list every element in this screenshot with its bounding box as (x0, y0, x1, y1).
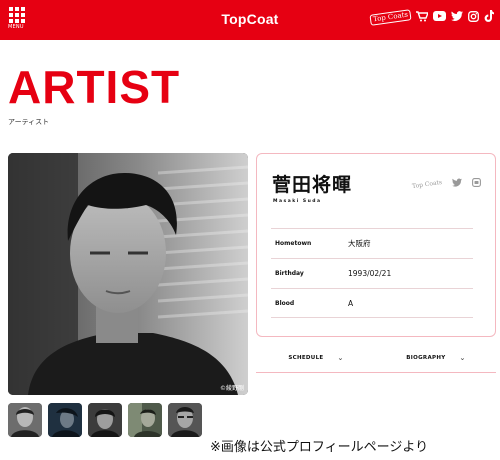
chevron-down-icon: ⌄ (337, 353, 344, 362)
profile-card: 菅田将暉 Masaki Suda Top Coats Hometown 大阪府 … (256, 153, 496, 337)
thumbnail[interactable] (168, 403, 202, 437)
profile-value: A (348, 298, 354, 308)
top-header: MENU TopCoat Top Coats (0, 0, 500, 40)
profile-table: Hometown 大阪府 Birthday 1993/02/21 Blood A (271, 228, 473, 318)
twitter-icon[interactable] (451, 11, 463, 23)
image-source-caption: ※画像は公式プロフィールページより (210, 440, 429, 455)
instagram-icon[interactable] (468, 10, 479, 24)
photo-thumbnails (8, 403, 202, 437)
profile-row-birthday: Birthday 1993/02/21 (271, 258, 473, 288)
profile-key: Hometown (275, 240, 312, 247)
page-subtitle: アーティスト (8, 118, 50, 126)
profile-value: 大阪府 (348, 239, 371, 248)
thumbnail[interactable] (8, 403, 42, 437)
profile-row-blood: Blood A (271, 288, 473, 318)
artist-name-jp: 菅田将暉 (272, 174, 353, 196)
profile-key: Birthday (275, 270, 304, 277)
thumbnail[interactable] (88, 403, 122, 437)
profile-value: 1993/02/21 (348, 269, 392, 278)
page-title: ARTIST (8, 61, 181, 113)
profile-row-hometown: Hometown 大阪府 (271, 228, 473, 258)
tab-label: BIOGRAPHY (406, 354, 446, 361)
photo-credit: ©綾野剛 (219, 385, 244, 392)
fanclub-icon[interactable]: Top Coats (369, 8, 412, 26)
tab-schedule[interactable]: SCHEDULE ⌄ (256, 343, 376, 372)
cart-icon[interactable] (416, 10, 430, 24)
youtube-icon[interactable] (433, 11, 446, 23)
profile-tabs: SCHEDULE ⌄ BIOGRAPHY ⌄ (256, 343, 496, 373)
profile-key: Blood (275, 299, 295, 307)
tab-biography[interactable]: BIOGRAPHY ⌄ (376, 343, 496, 372)
artist-name-en: Masaki Suda (273, 199, 322, 204)
tiktok-icon[interactable] (484, 10, 494, 24)
artist-photo: ©綾野剛 (8, 153, 248, 395)
blog-icon[interactable] (472, 178, 481, 190)
chevron-down-icon: ⌄ (459, 353, 466, 362)
twitter-icon[interactable] (452, 178, 462, 190)
fanclub-icon[interactable]: Top Coats (411, 178, 442, 189)
thumbnail[interactable] (48, 403, 82, 437)
tab-label: SCHEDULE (288, 354, 324, 361)
thumbnail[interactable] (128, 403, 162, 437)
